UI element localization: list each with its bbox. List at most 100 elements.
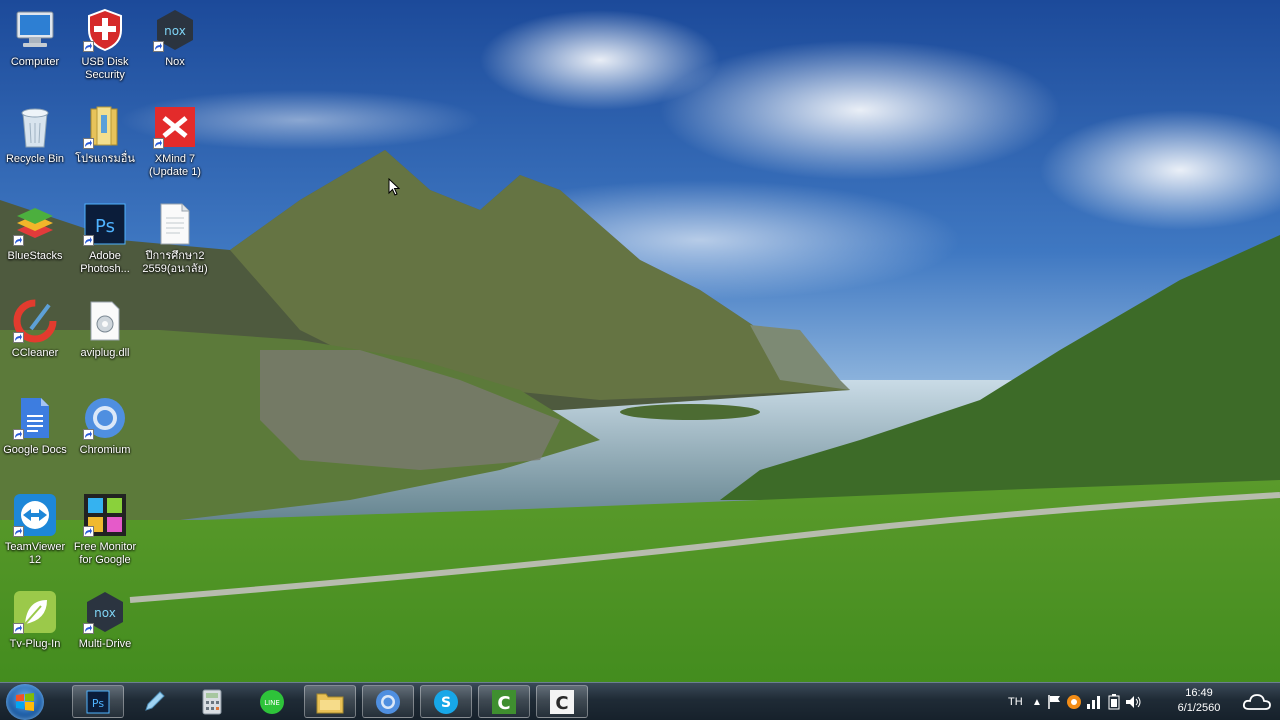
mouse-cursor-icon [388, 178, 400, 196]
desktop-icon-free-monitor[interactable]: Free Monitor for Google [70, 491, 140, 567]
cloud-sync-button[interactable] [1234, 683, 1280, 720]
desktop-icon-bluestacks[interactable]: BlueStacks [0, 200, 70, 263]
icon-label: Free Monitor for Google [73, 541, 137, 566]
clock-time: 16:49 [1185, 687, 1213, 699]
svg-text:C: C [555, 693, 568, 714]
desktop-icon-usb-disk-security[interactable]: USB Disk Security [70, 6, 140, 82]
folder-icon [81, 103, 129, 151]
clock[interactable]: 16:49 6/1/2560 [1168, 686, 1230, 716]
icon-label: CCleaner [11, 347, 59, 359]
cloud-icon [1242, 693, 1271, 710]
shield-icon [81, 6, 129, 54]
start-button[interactable] [6, 684, 44, 720]
svg-text:S: S [441, 695, 451, 711]
icon-label: Adobe Photosh... [80, 250, 130, 275]
flag-icon[interactable] [1046, 694, 1064, 710]
icon-label: ปีการศึกษา2 2559(อนาลัย) [142, 250, 208, 275]
taskbar: Ps LINE S C C TH ▲ 16:49 6/1/2560 [0, 682, 1280, 720]
icon-label: Nox [165, 56, 185, 68]
desktop-icon-program-folder[interactable]: โปรแกรมอื่น [70, 103, 140, 166]
photoshop-icon: Ps [81, 200, 129, 248]
clock-date: 6/1/2560 [1177, 702, 1221, 714]
svg-text:nox: nox [164, 24, 186, 38]
teamviewer-icon [11, 491, 59, 539]
icon-label: Multi-Drive [78, 638, 132, 650]
camtasia-icon: C [492, 689, 516, 714]
document-icon [151, 200, 199, 248]
language-indicator[interactable]: TH [1008, 696, 1028, 708]
desktop-icon-tv-plugin[interactable]: Tv-Plug-In [0, 588, 70, 651]
taskbar-explorer[interactable] [304, 685, 356, 718]
ccleaner-icon [11, 297, 59, 345]
shortcut-arrow-icon [83, 235, 94, 246]
icon-label: Computer [10, 56, 60, 68]
free-monitor-icon [81, 491, 129, 539]
desktop-icon-photoshop[interactable]: Ps Adobe Photosh... [70, 200, 140, 276]
shortcut-arrow-icon [83, 138, 94, 149]
svg-text:Ps: Ps [95, 216, 115, 237]
shortcut-arrow-icon [13, 623, 24, 634]
icon-label: BlueStacks [7, 250, 63, 262]
show-hidden-icons-icon[interactable]: ▲ [1028, 697, 1046, 708]
desktop: Computer USB Disk Security nox Nox Recyc… [0, 0, 1280, 682]
desktop-icon-xmind[interactable]: XMind 7 (Update 1) [140, 103, 210, 179]
shortcut-arrow-icon [83, 429, 94, 440]
taskbar-camtasia-studio[interactable]: C [536, 685, 588, 718]
folder-icon [316, 693, 344, 713]
taskbar-camtasia-recorder[interactable]: C [478, 685, 530, 718]
desktop-icon-chromium[interactable]: Chromium [70, 394, 140, 457]
line-icon: LINE [260, 689, 284, 714]
desktop-icon-google-docs[interactable]: Google Docs [0, 394, 70, 457]
shortcut-arrow-icon [13, 526, 24, 537]
bluestacks-icon [11, 200, 59, 248]
taskbar-calculator[interactable] [186, 685, 238, 718]
camtasia-icon: C [550, 689, 574, 714]
desktop-icon-recycle-bin[interactable]: Recycle Bin [0, 103, 70, 166]
desktop-icon-multi-drive[interactable]: nox Multi-Drive [70, 588, 140, 651]
pen-icon [145, 690, 165, 711]
icon-label: aviplug.dll [80, 347, 130, 359]
network-icon[interactable] [1084, 694, 1104, 710]
shortcut-arrow-icon [13, 332, 24, 343]
dll-file-icon [81, 297, 129, 345]
taskbar-chromium[interactable] [362, 685, 414, 718]
system-tray: TH ▲ [1008, 683, 1170, 721]
recycle-bin-icon [11, 103, 59, 151]
shortcut-arrow-icon [83, 623, 94, 634]
svg-text:Ps: Ps [92, 697, 104, 710]
avast-icon[interactable] [1064, 694, 1084, 710]
chromium-icon [81, 394, 129, 442]
icon-label: USB Disk Security [81, 56, 129, 81]
nox-icon: nox [81, 588, 129, 636]
taskbar-photoshop[interactable]: Ps [72, 685, 124, 718]
desktop-icon-aviplug[interactable]: aviplug.dll [70, 297, 140, 360]
svg-text:LINE: LINE [264, 699, 280, 707]
google-docs-icon [11, 394, 59, 442]
icon-label: โปรแกรมอื่น [75, 153, 135, 165]
icon-label: TeamViewer 12 [4, 541, 66, 566]
battery-icon[interactable] [1104, 694, 1124, 710]
desktop-icon-nox[interactable]: nox Nox [140, 6, 210, 69]
photoshop-icon: Ps [86, 690, 110, 713]
taskbar-line[interactable]: LINE [246, 685, 298, 718]
icon-label: Tv-Plug-In [9, 638, 61, 650]
desktop-icon-computer[interactable]: Computer [0, 6, 70, 69]
shortcut-arrow-icon [153, 138, 164, 149]
shortcut-arrow-icon [13, 429, 24, 440]
desktop-icon-document[interactable]: ปีการศึกษา2 2559(อนาลัย) [140, 200, 210, 276]
svg-text:C: C [497, 693, 510, 714]
chromium-icon [376, 689, 400, 714]
windows-logo-icon [16, 693, 34, 711]
calculator-icon [202, 689, 222, 714]
xmind-icon [151, 103, 199, 151]
desktop-icon-ccleaner[interactable]: CCleaner [0, 297, 70, 360]
volume-icon[interactable] [1124, 694, 1144, 710]
icon-label: XMind 7 (Update 1) [149, 153, 201, 178]
tv-plugin-icon [11, 588, 59, 636]
taskbar-pen[interactable] [128, 685, 180, 718]
svg-text:nox: nox [94, 606, 116, 620]
computer-icon [11, 6, 59, 54]
taskbar-skype[interactable]: S [420, 685, 472, 718]
desktop-icon-teamviewer[interactable]: TeamViewer 12 [0, 491, 70, 567]
skype-icon: S [434, 689, 458, 714]
